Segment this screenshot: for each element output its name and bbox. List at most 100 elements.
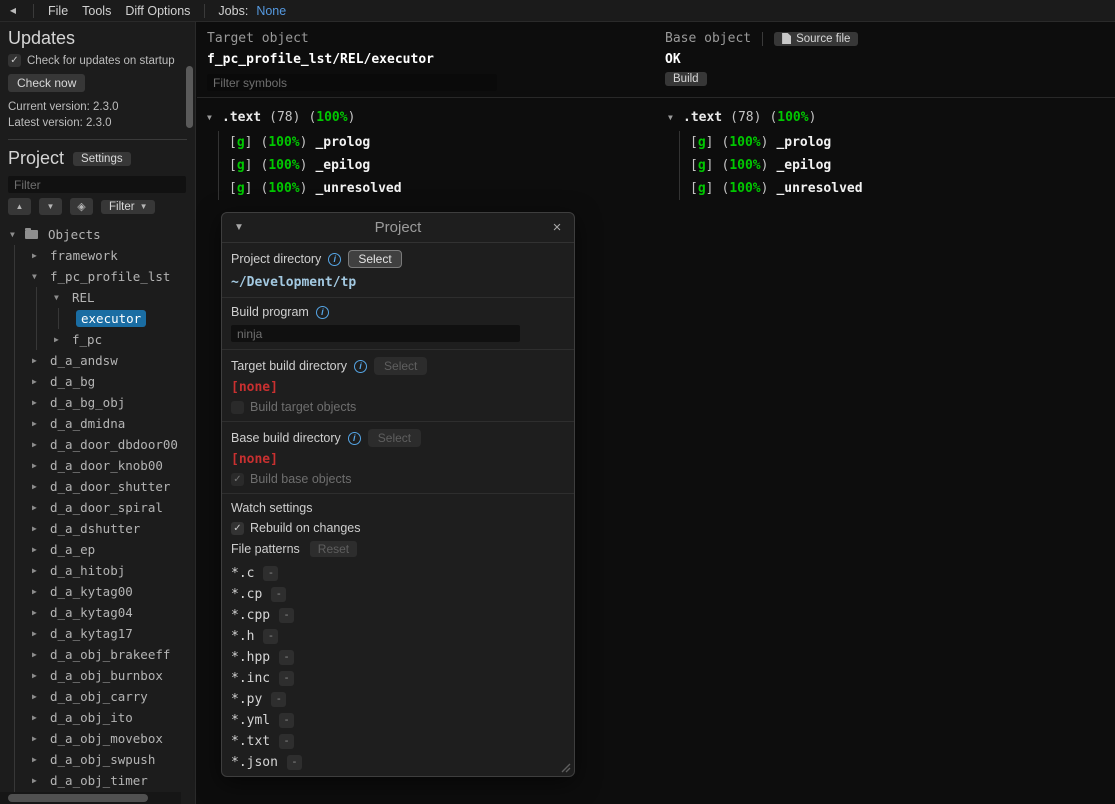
tree-item-d_a_obj_burnbox[interactable]: ▶d_a_obj_burnbox (5, 665, 187, 686)
tree-item-d_a_bg[interactable]: ▶d_a_bg (5, 371, 187, 392)
remove-pattern-button[interactable]: - (279, 713, 294, 728)
tree-item-REL[interactable]: ▼REL (5, 287, 187, 308)
tree-expander-closed-icon[interactable]: ▶ (32, 608, 47, 617)
symbol-row[interactable]: [g](100%)_unresolved (229, 177, 402, 200)
symbol-row[interactable]: [g](100%)_unresolved (690, 177, 863, 200)
remove-pattern-button[interactable]: - (279, 671, 294, 686)
remove-pattern-button[interactable]: - (263, 566, 278, 581)
project-filter-input[interactable] (8, 176, 186, 193)
tree-item-d_a_obj_movebox[interactable]: ▶d_a_obj_movebox (5, 728, 187, 749)
symbol-row[interactable]: [g](100%)_epilog (229, 154, 402, 177)
tree-expander-closed-icon[interactable]: ▶ (32, 545, 47, 554)
tree-filter-dropdown[interactable]: Filter ▼ (101, 200, 155, 214)
tree-expander-closed-icon[interactable]: ▶ (32, 713, 47, 722)
project-settings-button[interactable]: Settings (73, 152, 131, 166)
tree-expander-closed-icon[interactable]: ▶ (32, 377, 47, 386)
source-file-button[interactable]: Source file (774, 32, 858, 46)
tree-expander-closed-icon[interactable]: ▶ (32, 356, 47, 365)
tree-item-framework[interactable]: ▶framework (5, 245, 187, 266)
tree-item-d_a_obj_brakeeff[interactable]: ▶d_a_obj_brakeeff (5, 644, 187, 665)
tree-expander-open-icon[interactable]: ▼ (32, 272, 47, 281)
tree-item-d_a_obj_timer[interactable]: ▶d_a_obj_timer (5, 770, 187, 791)
info-icon[interactable]: i (348, 432, 361, 445)
sidebar-horizontal-scrollbar-track[interactable] (0, 792, 181, 804)
info-icon[interactable]: i (328, 253, 341, 266)
menu-diff-options[interactable]: Diff Options (118, 4, 197, 18)
tree-item-d_a_bg_obj[interactable]: ▶d_a_bg_obj (5, 392, 187, 413)
tree-expander-closed-icon[interactable]: ▶ (32, 251, 47, 260)
remove-pattern-button[interactable]: - (263, 629, 278, 644)
tree-expander-closed-icon[interactable]: ▶ (32, 671, 47, 680)
tree-item-d_a_kytag04[interactable]: ▶d_a_kytag04 (5, 602, 187, 623)
symbol-row[interactable]: [g](100%)_epilog (690, 154, 863, 177)
tree-expander-open-icon[interactable]: ▼ (54, 293, 69, 302)
tree-expander-closed-icon[interactable]: ▶ (32, 566, 47, 575)
tree-item-executor[interactable]: executor (5, 308, 187, 329)
remove-pattern-button[interactable]: - (279, 608, 294, 623)
remove-pattern-button[interactable]: - (271, 587, 286, 602)
tree-item-d_a_kytag17[interactable]: ▶d_a_kytag17 (5, 623, 187, 644)
add-pattern-button[interactable]: + (353, 776, 370, 777)
project-dialog-titlebar[interactable]: ▼ Project × (222, 213, 574, 243)
collapse-sidebar-icon[interactable]: ◀ (0, 6, 26, 15)
tree-expander-closed-icon[interactable]: ▶ (32, 461, 47, 470)
tree-item-d_a_obj_swpush[interactable]: ▶d_a_obj_swpush (5, 749, 187, 770)
tree-item-d_a_door_knob00[interactable]: ▶d_a_door_knob00 (5, 455, 187, 476)
tree-item-d_a_dshutter[interactable]: ▶d_a_dshutter (5, 518, 187, 539)
remove-pattern-button[interactable]: - (279, 734, 294, 749)
sidebar-vertical-scrollbar[interactable] (186, 66, 193, 128)
build-program-input[interactable] (231, 325, 520, 342)
tree-item-f_pc_profile_lst[interactable]: ▼f_pc_profile_lst (5, 266, 187, 287)
tree-expander-closed-icon[interactable]: ▶ (32, 419, 47, 428)
symbol-section-header[interactable]: ▼.text(78)(100%) (207, 106, 402, 129)
tree-item-d_a_hitobj[interactable]: ▶d_a_hitobj (5, 560, 187, 581)
jobs-none-link[interactable]: None (252, 4, 290, 18)
tree-item-d_a_dmidna[interactable]: ▶d_a_dmidna (5, 413, 187, 434)
tree-expander-closed-icon[interactable]: ▶ (32, 692, 47, 701)
symbol-section-header[interactable]: ▼.text(78)(100%) (668, 106, 863, 129)
tree-item-d_a_door_spiral[interactable]: ▶d_a_door_spiral (5, 497, 187, 518)
move-down-button[interactable]: ▼ (39, 198, 62, 215)
move-up-button[interactable]: ▲ (8, 198, 31, 215)
tree-expander-closed-icon[interactable]: ▶ (54, 335, 69, 344)
tree-item-d_a_ep[interactable]: ▶d_a_ep (5, 539, 187, 560)
tree-expander-closed-icon[interactable]: ▶ (32, 650, 47, 659)
tree-expander-closed-icon[interactable]: ▶ (32, 482, 47, 491)
tree-expander-closed-icon[interactable]: ▶ (32, 440, 47, 449)
tree-expander-closed-icon[interactable]: ▶ (32, 776, 47, 785)
tree-item-d_a_andsw[interactable]: ▶d_a_andsw (5, 350, 187, 371)
tree-item-f_pc[interactable]: ▶f_pc (5, 329, 187, 350)
rebuild-on-changes-checkbox[interactable]: ✓ (231, 522, 244, 535)
info-icon[interactable]: i (354, 360, 367, 373)
select-project-directory-button[interactable]: Select (348, 250, 401, 268)
remove-pattern-button[interactable]: - (287, 755, 302, 770)
tree-item-d_a_obj_ito[interactable]: ▶d_a_obj_ito (5, 707, 187, 728)
tree-expander-closed-icon[interactable]: ▶ (32, 629, 47, 638)
tree-item-d_a_door_dbdoor00[interactable]: ▶d_a_door_dbdoor00 (5, 434, 187, 455)
build-button[interactable]: Build (665, 72, 707, 86)
filter-symbols-input[interactable] (207, 74, 497, 91)
tree-item-d_a_door_shutter[interactable]: ▶d_a_door_shutter (5, 476, 187, 497)
tree-item-d_a_kytag00[interactable]: ▶d_a_kytag00 (5, 581, 187, 602)
add-pattern-input[interactable] (231, 777, 344, 778)
tree-expander-closed-icon[interactable]: ▶ (32, 524, 47, 533)
tree-expander-closed-icon[interactable]: ▶ (32, 755, 47, 764)
info-icon[interactable]: i (316, 306, 329, 319)
remove-pattern-button[interactable]: - (279, 650, 294, 665)
resize-grip-icon[interactable] (560, 762, 571, 773)
locate-button[interactable]: ◈ (70, 198, 93, 215)
dialog-collapse-icon[interactable]: ▼ (222, 222, 256, 233)
tree-expander-closed-icon[interactable]: ▶ (32, 734, 47, 743)
check-now-button[interactable]: Check now (8, 74, 85, 92)
tree-expander-closed-icon[interactable]: ▶ (32, 503, 47, 512)
menu-file[interactable]: File (41, 4, 75, 18)
tree-item-d_a_obj_carry[interactable]: ▶d_a_obj_carry (5, 686, 187, 707)
tree-expander-closed-icon[interactable]: ▶ (32, 398, 47, 407)
menu-tools[interactable]: Tools (75, 4, 118, 18)
symbol-row[interactable]: [g](100%)_prolog (690, 131, 863, 154)
section-expander-icon[interactable]: ▼ (207, 113, 222, 122)
section-expander-icon[interactable]: ▼ (668, 113, 683, 122)
remove-pattern-button[interactable]: - (271, 692, 286, 707)
tree-item-Objects[interactable]: ▼Objects (5, 224, 187, 245)
symbol-row[interactable]: [g](100%)_prolog (229, 131, 402, 154)
